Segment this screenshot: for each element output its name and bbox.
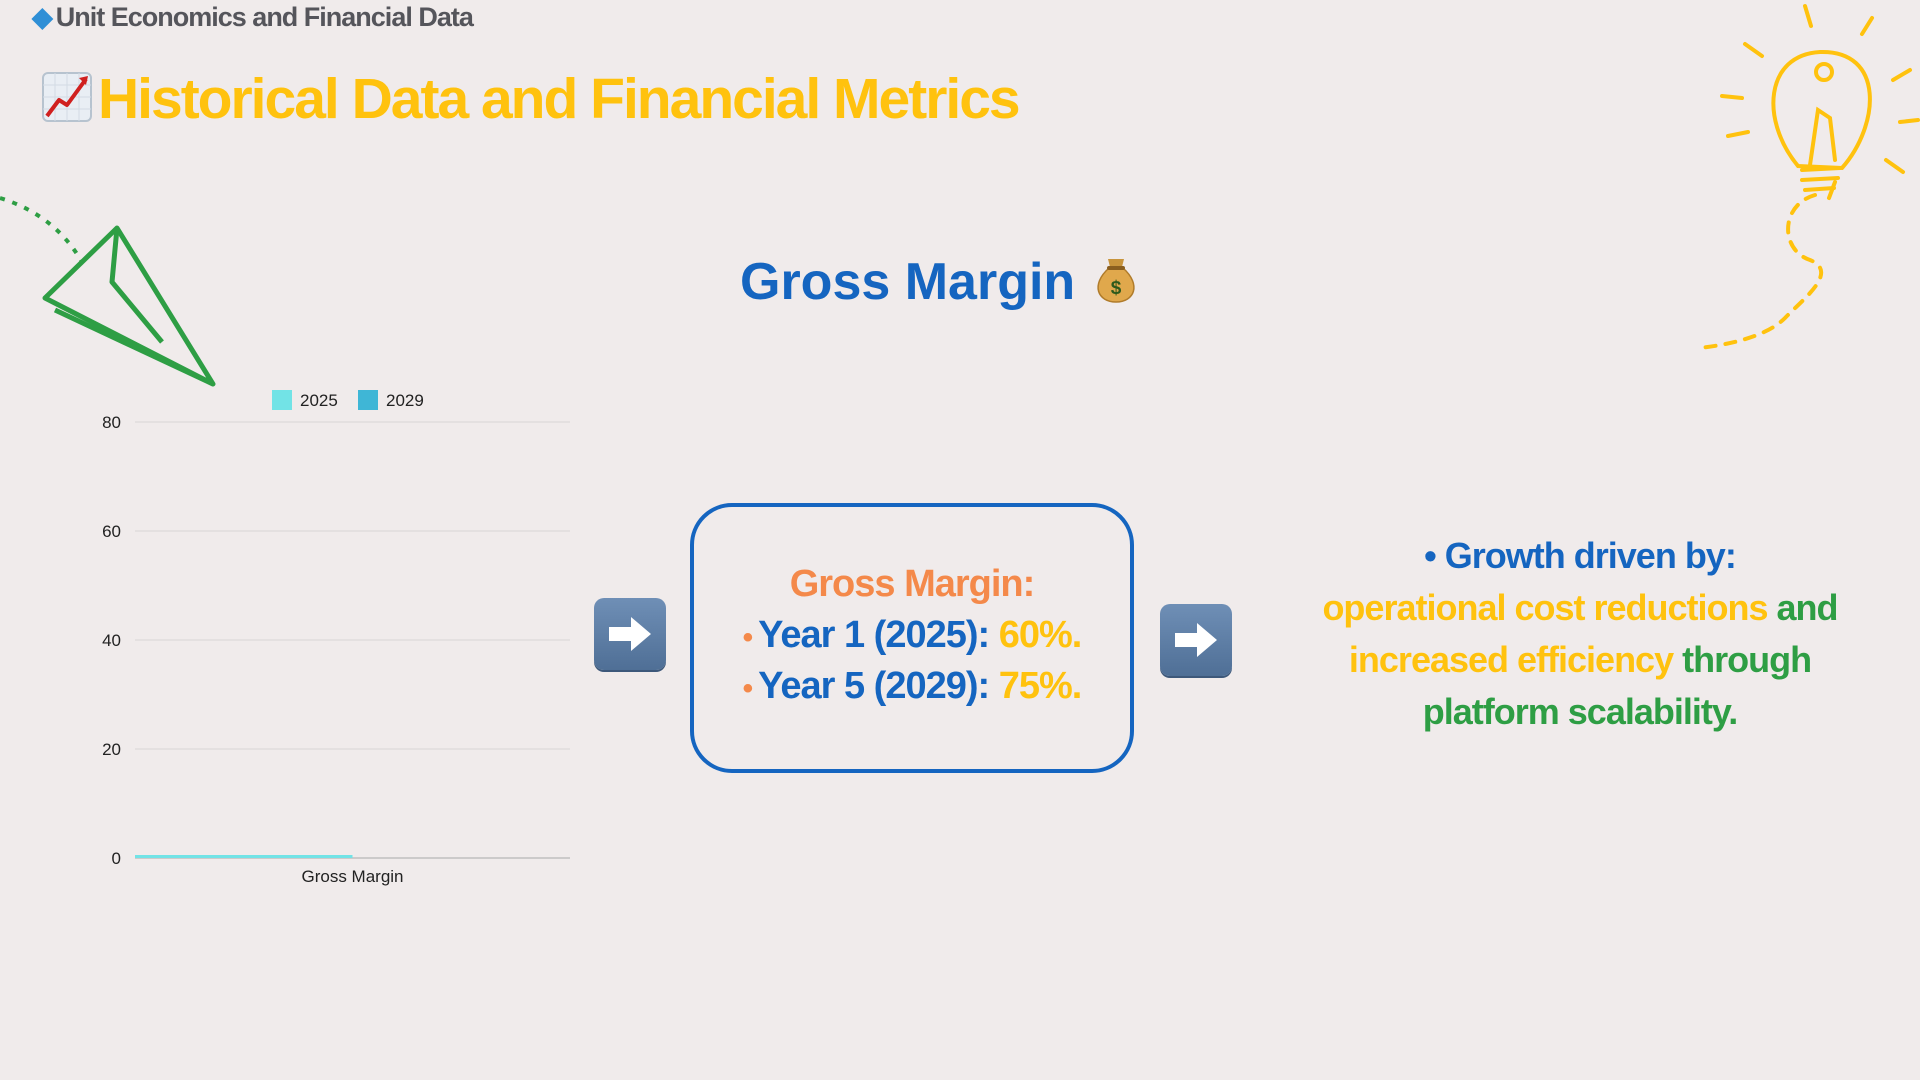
legend-label-2025: 2025: [300, 391, 338, 410]
growth-bullet: •: [1424, 535, 1437, 576]
growth-part2: increased efficiency: [1348, 639, 1674, 680]
x-tick-label: Gross Margin: [301, 867, 403, 886]
gem-icon: ◆: [32, 2, 53, 32]
bar-2025: [135, 855, 353, 858]
growth-and: and: [1776, 587, 1839, 628]
legend-swatch-2025: [272, 390, 292, 410]
info-line-year1: • Year 1 (2025): 60%.: [694, 614, 1130, 657]
money-bag-icon: $: [1085, 259, 1136, 308]
growth-part1: operational cost reductions: [1322, 587, 1768, 628]
chart-x-axis: Gross Margin: [301, 867, 403, 886]
paper-plane-icon: [0, 196, 216, 387]
page-kicker: ◆ Unit Economics and Financial Data: [32, 2, 474, 33]
y-tick-label: 20: [102, 740, 121, 759]
page-kicker-text: Unit Economics and Financial Data: [55, 2, 474, 32]
info-box-heading: Gross Margin:: [789, 563, 1036, 605]
y-tick-label: 80: [102, 413, 121, 432]
info-line-value: 75%.: [998, 665, 1083, 707]
bullet: •: [742, 672, 753, 705]
legend-swatch-2029: [358, 390, 378, 410]
chart-bars: [135, 855, 353, 858]
arrow-right-icon: [594, 598, 666, 670]
page-title-text: Historical Data and Financial Metrics: [98, 67, 1021, 131]
chart-y-axis: 0 20 40 60 80: [102, 413, 121, 868]
arrow-right-icon: [1160, 604, 1232, 676]
chart-increasing-icon: [42, 70, 92, 136]
bullet: •: [742, 621, 753, 654]
gross-margin-info-box: Gross Margin: • Year 1 (2025): 60%. • Year…: [690, 503, 1134, 773]
chart-legend: 2025 2029: [272, 390, 424, 410]
section-heading: Gross Margin $: [740, 252, 1136, 312]
info-line-year5: • Year 5 (2029): 75%.: [694, 665, 1130, 708]
y-tick-label: 0: [112, 849, 121, 868]
svg-text:$: $: [1111, 278, 1122, 299]
lightbulb-icon: [1698, 4, 1920, 350]
info-line-value: 60%.: [998, 614, 1083, 656]
info-line-label: Year 5 (2029):: [758, 665, 990, 707]
growth-lead: Growth driven by:: [1444, 535, 1737, 576]
chart-gridlines: [135, 421, 570, 859]
legend-label-2029: 2029: [386, 391, 424, 410]
section-heading-text: Gross Margin: [740, 253, 1076, 311]
page-title: Historical Data and Financial Metrics: [42, 66, 1021, 136]
y-tick-label: 60: [102, 522, 121, 541]
gross-margin-chart: 2025 2029 0 20 40 60 80 Gross Margin: [102, 390, 570, 886]
growth-text: • Growth driven by: operational cost red…: [1290, 530, 1870, 738]
y-tick-label: 40: [102, 631, 121, 650]
info-line-label: Year 1 (2025):: [758, 614, 990, 656]
